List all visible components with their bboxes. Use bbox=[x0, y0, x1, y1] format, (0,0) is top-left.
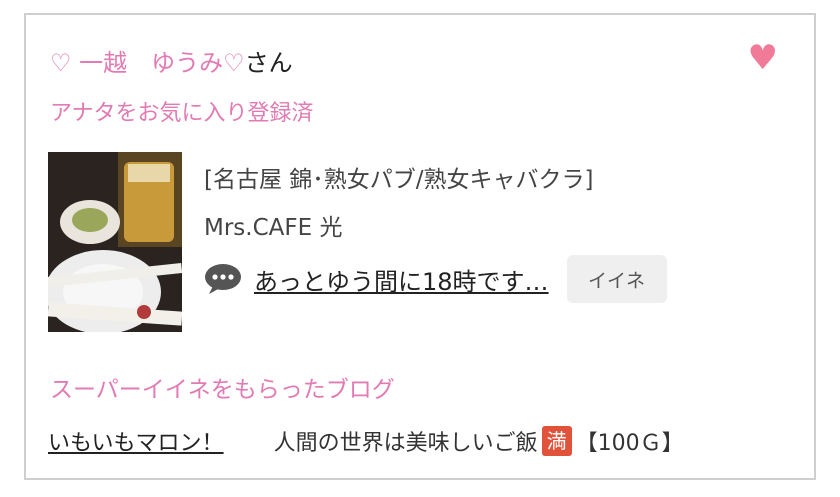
blog-row: いもいもマロン！ 人間の世界は美味しいご飯 満 【100Ｇ】 bbox=[48, 425, 684, 457]
post-row: あっとゆう間に18時です… イイネ bbox=[204, 253, 667, 305]
blog-link[interactable]: いもいもマロン！ bbox=[48, 425, 224, 457]
post-thumbnail[interactable] bbox=[48, 152, 182, 332]
speech-bubble-icon bbox=[205, 264, 241, 294]
blog-title[interactable]: 人間の世界は美味しいご飯 満 【100Ｇ】 bbox=[274, 425, 684, 457]
user-name-row: ♡ 一越 ゆうみ♡さん bbox=[50, 43, 293, 78]
user-name[interactable]: ♡ 一越 ゆうみ♡ bbox=[50, 49, 245, 77]
post-message-link[interactable]: あっとゆう間に18時です… bbox=[254, 262, 549, 297]
heart-icon[interactable]: ♥ bbox=[748, 41, 778, 75]
blog-title-suffix: 【100Ｇ】 bbox=[575, 431, 684, 456]
blog-title-text: 人間の世界は美味しいご飯 bbox=[273, 431, 538, 456]
favorite-status: アナタをお気に入り登録済 bbox=[50, 101, 314, 126]
user-card: ♡ 一越 ゆうみ♡さん ♥ アナタをお気に入り登録済 [名古屋 錦･熟女パブ/熟… bbox=[24, 13, 816, 480]
shop-category: [名古屋 錦･熟女パブ/熟女キャバクラ] bbox=[204, 167, 594, 193]
like-button[interactable]: イイネ bbox=[566, 255, 667, 303]
user-honorific: さん bbox=[244, 49, 293, 77]
full-badge-icon: 満 bbox=[541, 426, 572, 456]
shop-name[interactable]: Mrs.CAFE 光 bbox=[204, 208, 594, 242]
super-like-section-title: スーパーイイネをもらったブログ bbox=[50, 377, 395, 403]
post-info: [名古屋 錦･熟女パブ/熟女キャバクラ] Mrs.CAFE 光 bbox=[204, 160, 594, 242]
